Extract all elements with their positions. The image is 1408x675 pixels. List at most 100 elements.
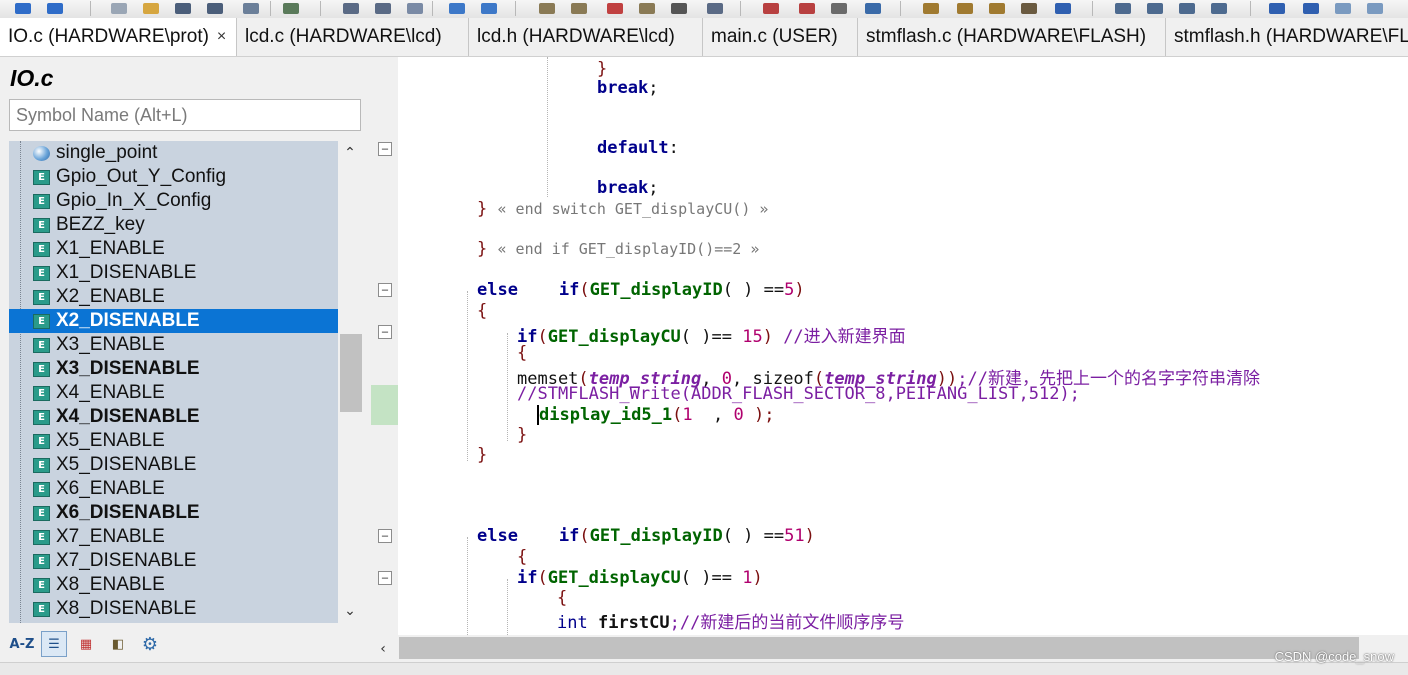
symbol-list-item[interactable]: E X4_ENABLE [9,381,338,405]
new-file-icon[interactable] [108,0,130,16]
bookmark-next-icon[interactable] [604,0,626,16]
layout-icon[interactable] [1332,0,1354,16]
category-icon[interactable]: ▦ [73,631,99,657]
list-view-icon[interactable]: ☰ [41,631,67,657]
symbol-list-scrollbar[interactable]: ⌃ ⌄ [338,141,362,623]
symbol-list-item[interactable]: E X5_ENABLE [9,429,338,453]
books-icon[interactable] [986,0,1008,16]
bookmark-icon[interactable] [536,0,558,16]
panel-icon[interactable] [1364,0,1386,16]
tab-stmflash-h[interactable]: stmflash.h (HARDWARE\FLASH) [1166,18,1408,56]
save-icon[interactable] [172,0,194,16]
wand-icon[interactable] [1052,0,1074,16]
code-line: int firstCU;//新建后的当前文件顺序序号 [557,608,904,633]
tab-stmflash-c[interactable]: stmflash.c (HARDWARE\FLASH) [858,18,1166,56]
tab-lcd-h[interactable]: lcd.h (HARDWARE\lcd) [469,18,703,56]
symbol-list-item[interactable]: E X5_DISENABLE [9,453,338,477]
bookmark-clear-icon[interactable] [636,0,658,16]
redo-icon[interactable] [478,0,500,16]
symbol-list-item[interactable]: E X6_DISENABLE [9,501,338,525]
tab-label: main.c (USER) [711,26,838,47]
chevron-left-icon[interactable]: ‹ [371,635,395,662]
rebuild-icon[interactable] [796,0,818,16]
debug-start-icon[interactable] [1266,0,1288,16]
code-token: else [477,526,518,546]
symbol-list-item[interactable]: E X8_DISENABLE [9,597,338,621]
symbol-list-item[interactable]: E Gpio_Out_Y_Config [9,165,338,189]
cut-icon[interactable] [240,0,262,16]
replace-icon[interactable] [372,0,394,16]
toolbar-separator [1092,1,1093,16]
scrollbar-thumb[interactable] [399,637,1359,659]
manage-icon[interactable] [954,0,976,16]
code-line: default: [597,138,679,158]
panel-title: IO.c [10,65,54,91]
search-files-icon[interactable] [704,0,726,16]
tab-lcd-c[interactable]: lcd.c (HARDWARE\lcd) [237,18,469,56]
symbol-list-item[interactable]: E X7_DISENABLE [9,549,338,573]
function-icon: E [33,409,50,425]
function-icon: E [33,553,50,569]
editor-horizontal-scrollbar[interactable]: ‹ [371,635,1408,662]
fold-toggle-icon[interactable]: − [378,325,392,339]
window-tile-icon[interactable] [1176,0,1198,16]
window-icon[interactable] [1112,0,1134,16]
symbol-list-item[interactable]: E Gpio_In_X_Config [9,189,338,213]
window-split-icon[interactable] [1144,0,1166,16]
tab-label: lcd.h (HARDWARE\lcd) [477,26,675,47]
chevron-up-icon[interactable]: ⌃ [338,141,362,165]
download-icon[interactable] [862,0,884,16]
symbol-list-item[interactable]: E X8_ENABLE [9,573,338,597]
chevron-down-icon[interactable]: ⌄ [338,599,362,623]
pack-icon[interactable] [1018,0,1040,16]
forward-arrow-icon[interactable] [44,0,66,16]
tab-io-c[interactable]: IO.c (HARDWARE\prot) × [0,18,237,56]
view-icon[interactable] [1300,0,1322,16]
symbol-list-item[interactable]: E X3_ENABLE [9,333,338,357]
symbol-search-input[interactable] [9,99,361,131]
gear-icon[interactable]: ⚙ [137,631,163,657]
code-token: ) [804,526,815,546]
options-icon[interactable] [920,0,942,16]
back-arrow-icon[interactable] [12,0,34,16]
symbol-list-item[interactable]: E X1_DISENABLE [9,261,338,285]
symbol-list-item[interactable]: single_point [9,141,338,165]
print-icon[interactable] [280,0,302,16]
code-editor[interactable]: − − − − − } break; default: break; } « e… [371,57,1408,635]
undo-icon[interactable] [446,0,468,16]
symbol-label: single_point [56,142,158,163]
symbol-list-item[interactable]: E X3_DISENABLE [9,357,338,381]
variable-ball-icon [33,145,50,161]
indent-icon[interactable] [404,0,426,16]
function-icon: E [33,481,50,497]
symbol-list[interactable]: single_point E Gpio_Out_Y_Config E Gpio_In_X… [9,141,338,623]
editor-tab-bar: IO.c (HARDWARE\prot) × lcd.c (HARDWARE\l… [0,18,1408,57]
symbol-list-item[interactable]: E X2_ENABLE [9,285,338,309]
tab-main-c[interactable]: main.c (USER) [703,18,858,56]
debug-icon[interactable] [668,0,690,16]
open-folder-icon[interactable] [140,0,162,16]
symbol-list-item[interactable]: E X7_ENABLE [9,525,338,549]
symbol-list-item[interactable]: E X6_ENABLE [9,477,338,501]
symbol-list-item[interactable]: E X4_DISENABLE [9,405,338,429]
build-icon[interactable] [760,0,782,16]
find-icon[interactable] [340,0,362,16]
bookmark-prev-icon[interactable] [568,0,590,16]
fold-toggle-icon[interactable]: − [378,142,392,156]
symbol-list-item[interactable]: E X2_DISENABLE [9,309,338,333]
batch-build-icon[interactable] [828,0,850,16]
save-all-icon[interactable] [204,0,226,16]
code-token: if [558,526,580,546]
scrollbar-thumb[interactable] [340,334,362,412]
window-cascade-icon[interactable] [1208,0,1230,16]
book-icon[interactable]: ◧ [105,631,131,657]
sort-az-icon[interactable]: A-Z [9,631,35,657]
code-token: break [597,178,649,198]
symbol-list-item[interactable]: E BEZZ_key [9,213,338,237]
fold-toggle-icon[interactable]: − [378,571,392,585]
close-icon[interactable]: × [217,28,226,46]
function-icon: E [33,313,50,329]
symbol-list-item[interactable]: E X1_ENABLE [9,237,338,261]
fold-toggle-icon[interactable]: − [378,283,392,297]
fold-toggle-icon[interactable]: − [378,529,392,543]
